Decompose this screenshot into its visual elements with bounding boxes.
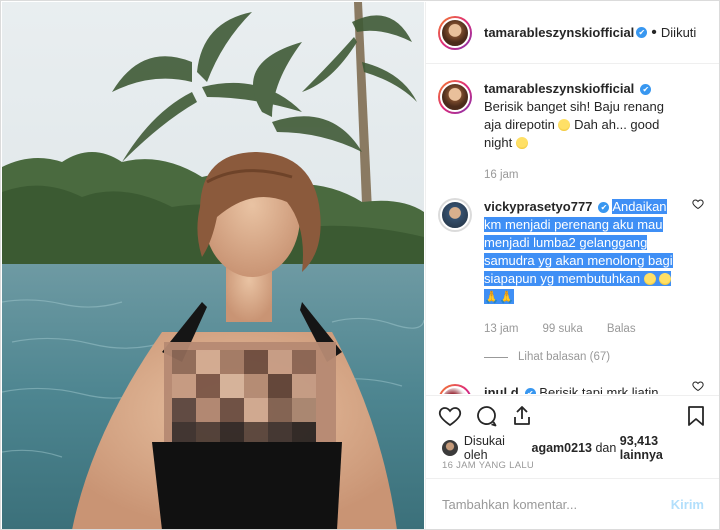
- comment-time: 16 jam: [484, 169, 519, 181]
- author-avatar[interactable]: [438, 15, 472, 50]
- comment-icon[interactable]: [474, 404, 498, 428]
- comment-text: Berisik banget sih! Baju renang aja dire…: [484, 99, 664, 150]
- comments-list[interactable]: tamarableszynskiofficial ✔ Berisik banget…: [426, 64, 719, 394]
- comment-input[interactable]: [442, 497, 671, 512]
- verified-badge-icon: ✔: [636, 27, 648, 38]
- reply-button[interactable]: Balas: [607, 320, 636, 338]
- view-replies[interactable]: Lihat balasan (67): [484, 348, 684, 366]
- verified-badge-icon: ✔: [598, 202, 610, 213]
- comment-meta: 13 jam 99 suka Balas: [484, 320, 684, 338]
- likes-conjunction: dan: [591, 441, 620, 455]
- small-heart-icon[interactable]: [692, 380, 704, 392]
- comment-avatar[interactable]: [438, 198, 472, 232]
- comment-username[interactable]: inul.d: [484, 385, 519, 394]
- liker-username[interactable]: agam0213: [532, 441, 592, 455]
- add-comment-bar: Kirim: [426, 478, 719, 529]
- comment-username[interactable]: tamarableszynskiofficial: [484, 81, 634, 96]
- action-bar: [426, 395, 719, 435]
- comment-meta: 16 jam: [484, 166, 684, 184]
- comment-text-highlighted: Andaikan km menjadi perenang aku mau men…: [484, 199, 673, 304]
- smile-emoji-icon: [659, 273, 672, 285]
- praying-hands-emoji: 🙏🙏: [484, 290, 514, 304]
- comment-item: inul.d✔ Berisik tapi mrk liatin sampe di…: [426, 366, 719, 394]
- censor-pixelation: [164, 342, 336, 442]
- post-header: tamarableszynskiofficial ✔ • Diikuti: [426, 2, 719, 64]
- view-replies-label[interactable]: Lihat balasan (67): [518, 348, 610, 366]
- replies-divider: [484, 356, 508, 358]
- post-sidebar: tamarableszynskiofficial ✔ • Diikuti tam…: [425, 2, 719, 529]
- post-modal: tamarableszynskiofficial ✔ • Diikuti tam…: [0, 0, 720, 530]
- comment-like-count[interactable]: 99 suka: [543, 320, 583, 338]
- post-timestamp: 16 JAM YANG LALU: [442, 460, 535, 471]
- likes-prefix: Disukai oleh: [463, 434, 505, 462]
- post-comment-button[interactable]: Kirim: [671, 497, 704, 512]
- share-icon[interactable]: [510, 404, 534, 428]
- comment-username[interactable]: vickyprasetyo777: [484, 199, 592, 214]
- verified-badge-icon: ✔: [640, 84, 652, 95]
- comment-time: 13 jam: [484, 323, 519, 335]
- small-heart-icon[interactable]: [692, 198, 704, 210]
- post-photo[interactable]: [2, 2, 424, 529]
- surprised-emoji-icon: [515, 137, 528, 149]
- heart-icon[interactable]: [438, 404, 462, 428]
- liker-avatar: [442, 440, 458, 456]
- author-username[interactable]: tamarableszynskiofficial: [484, 25, 634, 40]
- comment-avatar[interactable]: [438, 384, 472, 394]
- likes-summary[interactable]: Disukai oleh agam0213 dan 93,413 lainnya: [442, 434, 704, 462]
- likes-count[interactable]: 93,413 lainnya: [620, 434, 704, 462]
- photo-illustration: [2, 2, 424, 529]
- follow-status-button[interactable]: Diikuti: [661, 25, 696, 40]
- verified-badge-icon: ✔: [524, 388, 536, 394]
- sleepy-emoji-icon: [558, 119, 571, 131]
- comment-item: vickyprasetyo777 ✔ Andaikan km menjadi pe…: [426, 184, 719, 366]
- smile-emoji-icon: [643, 273, 656, 285]
- bookmark-icon[interactable]: [684, 404, 708, 428]
- comment-avatar[interactable]: [438, 80, 472, 114]
- separator-dot: •: [651, 23, 657, 41]
- caption-comment: tamarableszynskiofficial ✔ Berisik banget…: [426, 64, 719, 184]
